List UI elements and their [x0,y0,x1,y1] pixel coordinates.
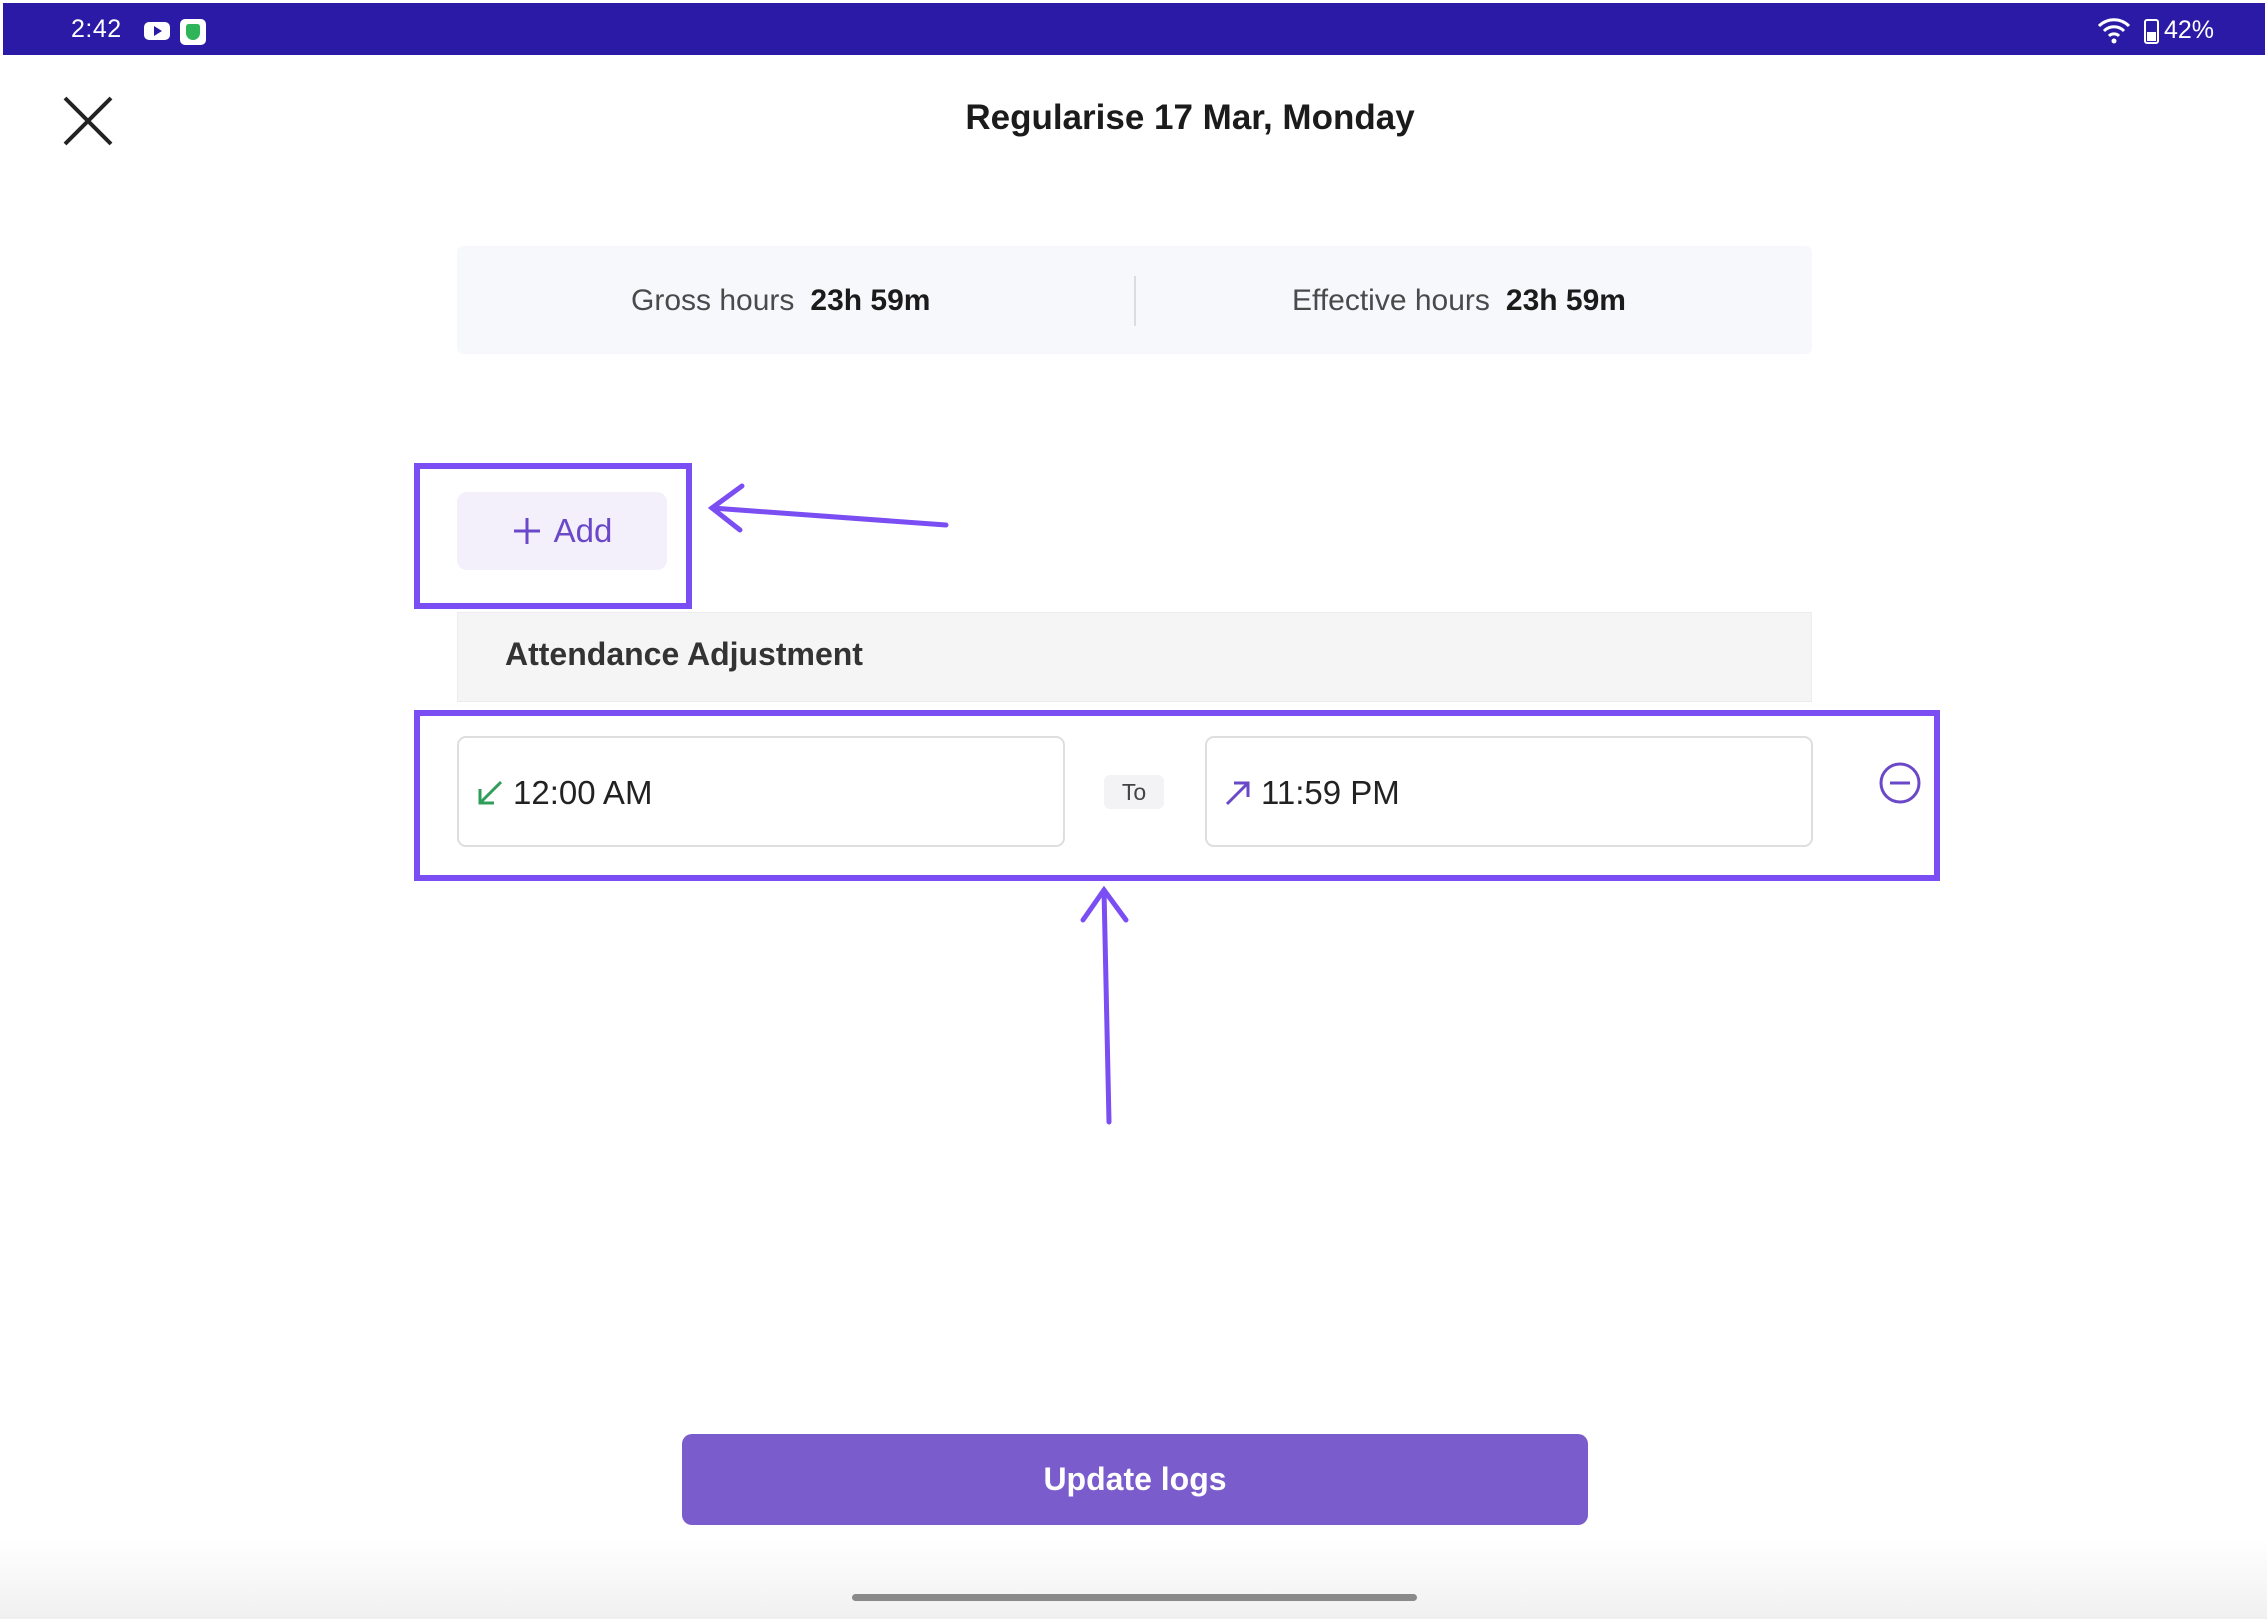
update-logs-label: Update logs [1043,1461,1227,1497]
battery-percent: 42% [2164,16,2215,44]
section-title: Attendance Adjustment [505,636,863,672]
effective-hours: Effective hours 23h 59m [1292,284,1626,318]
plus-icon [513,518,540,544]
gross-hours-value: 23h 59m [810,284,931,317]
status-time: 2:42 [71,15,122,43]
annotation-arrow-left [707,483,949,533]
shield-app-icon [180,19,206,45]
update-logs-button[interactable]: Update logs [682,1434,1588,1525]
effective-hours-value: 23h 59m [1505,284,1626,317]
gross-hours: Gross hours 23h 59m [631,284,930,318]
check-in-arrow-icon [478,780,503,805]
add-button[interactable]: Add [457,492,667,570]
to-label: To [1104,775,1164,809]
battery-icon [2144,19,2159,44]
gross-hours-label: Gross hours [631,284,795,317]
add-button-label: Add [553,512,613,549]
in-time-value: 12:00 AM [513,774,653,811]
bottom-fade [0,1540,2267,1619]
hours-summary: Gross hours 23h 59m Effective hours 23h 59… [457,246,1812,354]
effective-hours-label: Effective hours [1292,284,1490,317]
page-title: Regularise 17 Mar, Monday [965,98,1415,137]
youtube-icon [144,22,170,40]
wifi-icon [2097,18,2131,44]
remove-circle-icon[interactable] [1878,761,1922,805]
attendance-adjustment-header: Attendance Adjustment [457,612,1812,702]
in-time-field[interactable]: 12:00 AM [457,736,1065,847]
out-time-value: 11:59 PM [1261,774,1400,811]
out-time-field[interactable]: 11:59 PM [1205,736,1813,847]
status-bar: 2:42 42% [3,3,2265,55]
home-indicator[interactable] [852,1594,1417,1601]
check-out-arrow-icon [1225,781,1250,806]
hours-divider [1134,276,1136,326]
annotation-arrow-up [1080,885,1129,1125]
